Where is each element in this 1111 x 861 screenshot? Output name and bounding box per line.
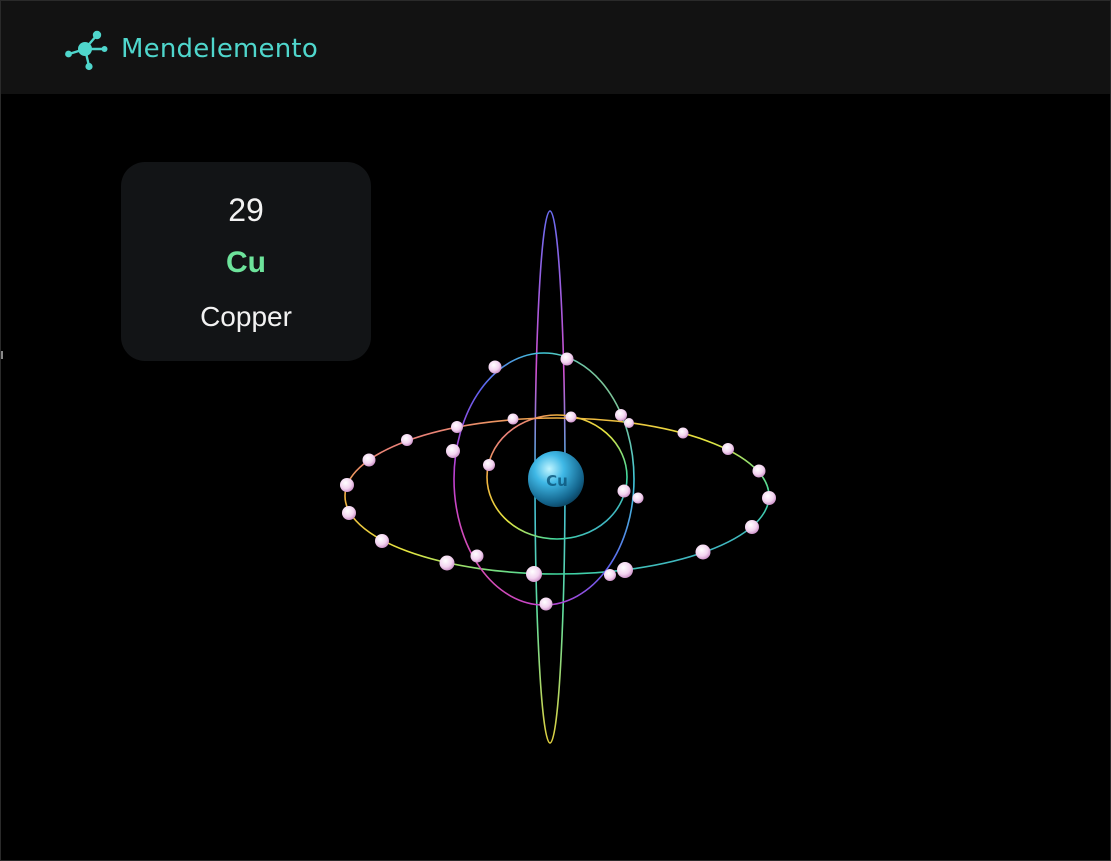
electron (470, 549, 484, 563)
electron (560, 352, 574, 366)
electron (604, 569, 616, 581)
electron (617, 562, 633, 578)
electron (617, 484, 631, 498)
electron (745, 520, 759, 534)
electron (439, 555, 455, 571)
electron (752, 464, 766, 478)
electron (451, 421, 463, 433)
electron (340, 478, 354, 492)
app-window: Mendelemento 29 Cu Copper Cu (0, 0, 1111, 861)
electron (677, 427, 689, 439)
electron (565, 411, 577, 423)
electron (632, 492, 644, 504)
top-navbar: Mendelemento (1, 1, 1110, 94)
electron (483, 459, 495, 471)
nucleus: Cu (528, 451, 584, 507)
electron (362, 453, 376, 467)
electron (488, 360, 502, 374)
brand-name: Mendelemento (121, 34, 318, 64)
electron (401, 434, 413, 446)
electron (615, 409, 627, 421)
atom-3d-viewer[interactable]: Cu (1, 94, 1111, 861)
electron (507, 413, 519, 425)
electron (539, 597, 553, 611)
electron (342, 506, 356, 520)
brand-logo-link[interactable]: Mendelemento (61, 25, 318, 73)
electron (526, 566, 542, 582)
nucleus-label: Cu (546, 472, 568, 490)
electron (375, 534, 389, 548)
electron (695, 544, 711, 560)
electron (722, 443, 734, 455)
electron (624, 418, 634, 428)
electron (762, 491, 776, 505)
molecule-icon (65, 30, 108, 71)
electron (446, 444, 460, 458)
